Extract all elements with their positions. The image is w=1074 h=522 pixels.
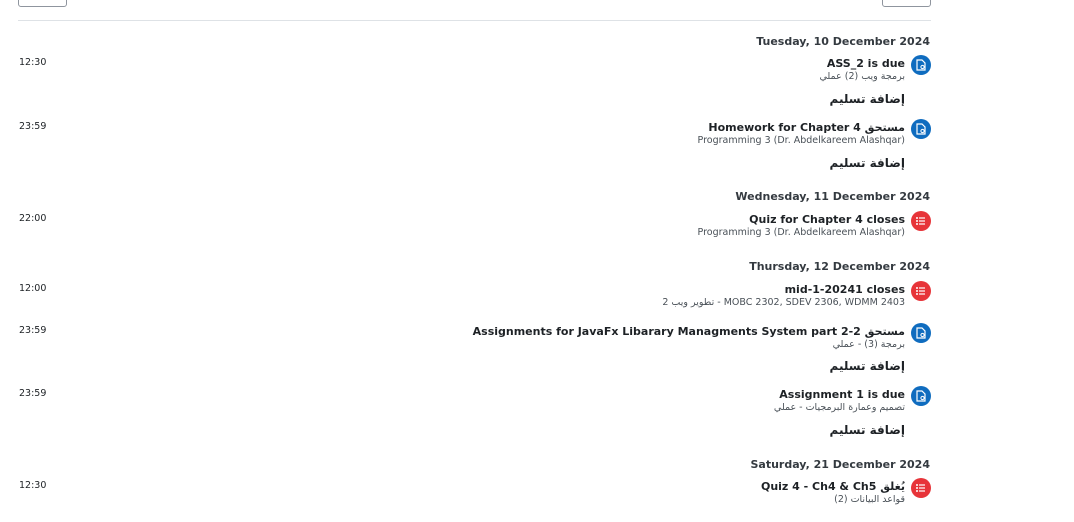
event-course: تصميم وعمارة البرمجيات - عملي — [773, 402, 905, 413]
day-heading: Wednesday, 11 December 2024 — [735, 190, 930, 203]
event-time: 12:00 — [19, 283, 47, 294]
add-submission-button[interactable]: إضافة تسليم — [830, 92, 905, 106]
event-title-link[interactable]: Assignment 1 is due — [779, 388, 905, 401]
add-submission-button[interactable]: إضافة تسليم — [830, 156, 905, 170]
assignment-icon — [911, 55, 931, 75]
event-title-link[interactable]: Assignments for JavaFx Libarary Managmen… — [473, 325, 905, 338]
quiz-icon — [911, 478, 931, 498]
event-title-link[interactable]: Homework for Chapter 4 مستحق — [708, 121, 905, 134]
event-time: 12:30 — [19, 480, 47, 491]
event-title-link[interactable]: Quiz 4 - Ch4 & Ch5 يُغلق — [761, 480, 905, 493]
day-heading: Thursday, 12 December 2024 — [749, 260, 930, 273]
add-submission-button[interactable]: إضافة تسليم — [830, 423, 905, 437]
assignment-icon — [911, 323, 931, 343]
event-course: برمجة (3) - عملي — [832, 339, 905, 350]
event-time: 22:00 — [19, 213, 47, 224]
timeline-page: Tuesday, 10 December 2024 12:30 ASS_2 is… — [0, 0, 1074, 522]
quiz-icon — [911, 211, 931, 231]
assignment-icon — [911, 386, 931, 406]
divider — [18, 20, 931, 21]
event-course: تطوير ويب 2 - MOBC 2302, SDEV 2306, WDMM… — [662, 297, 905, 308]
day-heading: Tuesday, 10 December 2024 — [756, 35, 930, 48]
day-heading: Saturday, 21 December 2024 — [750, 458, 930, 471]
event-time: 23:59 — [19, 388, 47, 399]
assignment-icon — [911, 119, 931, 139]
top-right-control[interactable] — [882, 0, 931, 7]
quiz-icon — [911, 281, 931, 301]
event-time: 23:59 — [19, 121, 47, 132]
event-title-link[interactable]: Quiz for Chapter 4 closes — [749, 213, 905, 226]
event-course: Programming 3 (Dr. Abdelkareem Alashqar) — [697, 135, 905, 146]
event-time: 23:59 — [19, 325, 47, 336]
add-submission-button[interactable]: إضافة تسليم — [830, 359, 905, 373]
event-course: قواعد البيانات (2) — [834, 494, 905, 505]
top-left-control[interactable] — [18, 0, 67, 7]
event-title-link[interactable]: mid-1-20241 closes — [785, 283, 905, 296]
event-course: Programming 3 (Dr. Abdelkareem Alashqar) — [697, 227, 905, 238]
event-time: 12:30 — [19, 57, 47, 68]
event-title-link[interactable]: ASS_2 is due — [827, 57, 905, 70]
event-course: برمجة ويب (2) عملي — [819, 71, 905, 82]
